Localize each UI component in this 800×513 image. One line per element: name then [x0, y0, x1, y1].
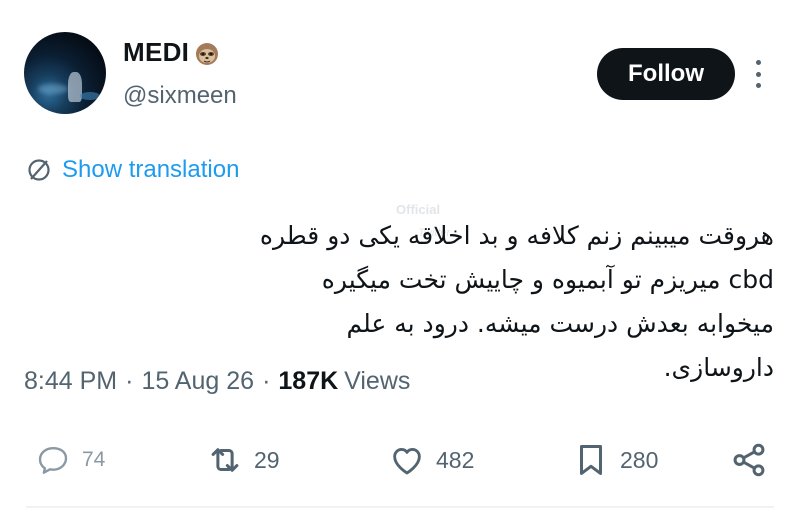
repost-icon — [211, 448, 239, 472]
more-dot — [755, 83, 761, 88]
heart-icon — [393, 447, 421, 475]
meta-separator: · — [262, 367, 271, 395]
like-button[interactable]: 482 — [388, 432, 474, 488]
meta-separator: · — [125, 367, 134, 395]
bookmark-icon — [579, 445, 603, 475]
reply-count: 74 — [82, 448, 106, 471]
divider — [26, 506, 774, 508]
more-vertical-icon[interactable] — [750, 60, 766, 88]
tweet-date[interactable]: 15 Aug 26 — [141, 367, 254, 396]
bookmark-button[interactable]: 280 — [572, 432, 658, 488]
tweet-time[interactable]: 8:44 PM — [24, 367, 117, 396]
repost-count: 29 — [254, 446, 280, 473]
share-button[interactable] — [730, 432, 768, 488]
globe-icon — [28, 159, 50, 181]
reply-button[interactable]: 74 — [34, 432, 105, 488]
tweet-meta: 8:44 PM · 15 Aug 26 · 187K Views — [24, 367, 410, 396]
avatar-city-lights-right — [80, 92, 100, 100]
more-dot — [755, 71, 761, 77]
action-bar: 74 29 482 280 — [0, 432, 800, 492]
author-name-row: MEDI — [123, 37, 221, 68]
avatar-city-lights — [38, 84, 68, 94]
reply-icon — [38, 446, 68, 474]
tweet-text: هروقت میبینم زنم کلافه و بد اخلاقه یکی د… — [259, 221, 774, 382]
sloth-icon — [193, 39, 221, 67]
author-handle[interactable]: @sixmeen — [123, 82, 237, 110]
share-icon — [733, 443, 765, 477]
more-dot — [755, 60, 761, 65]
follow-button[interactable]: Follow — [597, 48, 735, 100]
display-name[interactable]: MEDI — [123, 37, 189, 68]
like-count: 482 — [436, 446, 475, 473]
views-label: Views — [344, 367, 411, 395]
repost-button[interactable]: 29 — [206, 432, 280, 488]
show-translation-link[interactable]: Show translation — [26, 156, 239, 184]
bookmark-count: 280 — [620, 446, 659, 473]
show-translation-label: Show translation — [62, 156, 240, 183]
views-count: 187K — [278, 367, 339, 395]
avatar[interactable] — [24, 32, 106, 114]
